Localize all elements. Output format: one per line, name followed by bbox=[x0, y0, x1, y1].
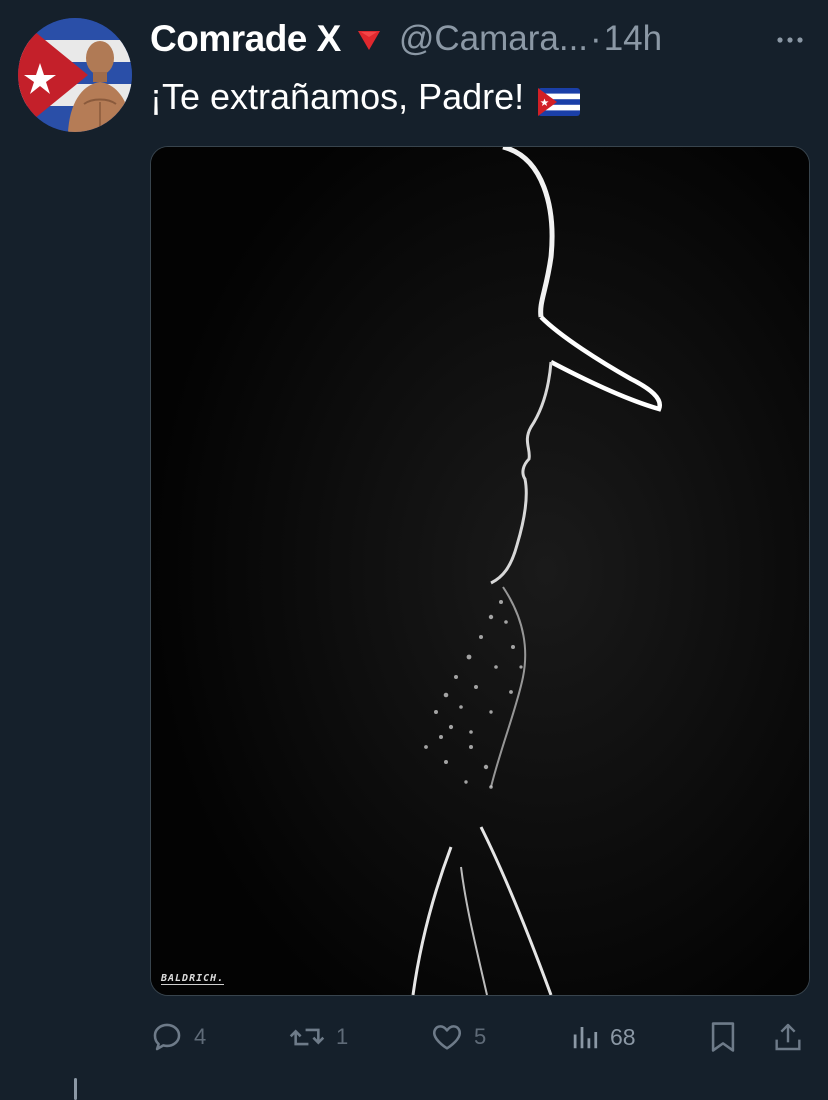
red-triangle-down-icon bbox=[355, 25, 383, 53]
tweet-image[interactable]: BALDRICH. bbox=[150, 146, 810, 996]
tweet-text-content: ¡Te extrañamos, Padre! bbox=[150, 76, 525, 117]
cuba-flag-icon bbox=[538, 83, 581, 116]
more-options-button[interactable] bbox=[770, 20, 810, 60]
reply-button[interactable]: 4 bbox=[150, 1014, 206, 1060]
heart-icon bbox=[433, 1025, 461, 1050]
retweet-button[interactable]: 1 bbox=[288, 1014, 348, 1060]
reply-count: 4 bbox=[194, 1024, 207, 1049]
avatar[interactable] bbox=[18, 18, 132, 132]
tweet-actions: 4 1 5 68 bbox=[150, 1014, 810, 1060]
silhouette-portrait-image bbox=[151, 147, 809, 995]
bookmark-button[interactable] bbox=[708, 1014, 738, 1060]
reply-icon bbox=[153, 1023, 181, 1051]
more-horizontal-icon bbox=[777, 37, 803, 43]
like-button[interactable]: 5 bbox=[430, 1014, 486, 1060]
tweet-header: Comrade X @Camara... · 14h bbox=[150, 14, 810, 64]
thread-connector-line bbox=[74, 1078, 77, 1100]
bookmark-icon bbox=[711, 1022, 735, 1052]
views-button[interactable]: 68 bbox=[570, 1014, 636, 1060]
views-chart-icon bbox=[573, 1027, 598, 1049]
share-icon bbox=[775, 1023, 801, 1051]
tweet-text: ¡Te extrañamos, Padre! bbox=[150, 72, 581, 122]
share-button[interactable] bbox=[772, 1014, 804, 1060]
user-handle[interactable]: @Camara... bbox=[399, 19, 588, 59]
artist-signature: BALDRICH. bbox=[161, 973, 225, 985]
retweet-icon bbox=[289, 1028, 325, 1046]
avatar-image bbox=[18, 18, 132, 132]
display-name[interactable]: Comrade X bbox=[150, 18, 341, 60]
views-count: 68 bbox=[610, 1023, 636, 1050]
tweet[interactable]: Comrade X @Camara... · 14h ¡Te extrañamo… bbox=[0, 0, 828, 1100]
separator-dot: · bbox=[590, 19, 602, 58]
retweet-count: 1 bbox=[336, 1024, 349, 1049]
like-count: 5 bbox=[474, 1024, 487, 1049]
top-divider bbox=[0, 0, 828, 4]
timestamp[interactable]: 14h bbox=[604, 19, 662, 59]
